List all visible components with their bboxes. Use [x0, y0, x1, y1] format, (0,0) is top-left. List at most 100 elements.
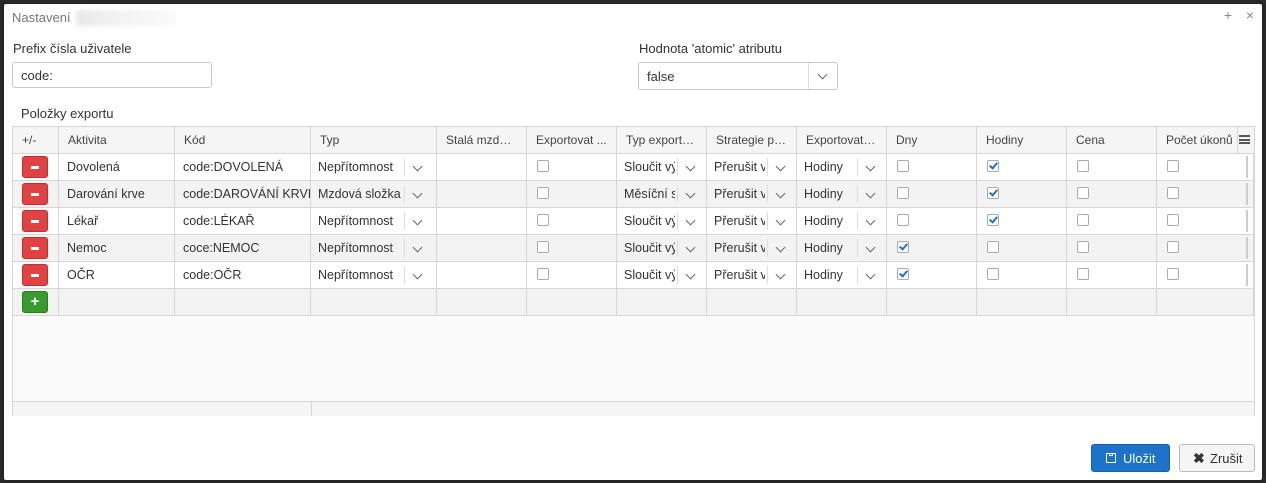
pocet-checkbox[interactable] [1167, 268, 1179, 280]
typ-select[interactable]: Nepřítomnost [311, 262, 437, 288]
typ-select[interactable]: Nepřítomnost [311, 154, 437, 180]
cancel-button[interactable]: ✖ Zrušit [1179, 444, 1255, 472]
remove-row-button[interactable] [22, 237, 48, 259]
chevron-down-icon[interactable] [685, 215, 696, 226]
aktivita-cell[interactable]: Darování krve [59, 181, 175, 207]
exportovat-j-select[interactable]: Hodiny [797, 262, 887, 288]
strategie-select[interactable]: Přerušit v [707, 262, 797, 288]
hodiny-checkbox[interactable] [987, 241, 999, 253]
column-header[interactable]: Aktivita [59, 127, 175, 153]
chevron-down-icon[interactable] [865, 242, 876, 253]
column-header[interactable]: +/- [13, 127, 59, 153]
hodiny-checkbox[interactable] [987, 187, 999, 199]
pocet-checkbox[interactable] [1167, 214, 1179, 226]
maximize-icon[interactable]: + [1224, 7, 1232, 23]
remove-row-button[interactable] [22, 183, 48, 205]
chevron-down-icon[interactable] [685, 269, 696, 280]
exportovat-j-select[interactable]: Hodiny [797, 208, 887, 234]
exportovat-j-select[interactable]: Hodiny [797, 154, 887, 180]
kod-cell[interactable]: code:DAROVÁNÍ KRVE [175, 181, 311, 207]
chevron-down-icon[interactable] [685, 161, 696, 172]
column-header[interactable]: Exportovat j... [797, 127, 887, 153]
kod-cell[interactable]: code:OČR [175, 262, 311, 288]
column-menu-icon[interactable] [1239, 135, 1250, 144]
column-header[interactable]: Hodiny [977, 127, 1067, 153]
column-header[interactable]: Exportovat ... [527, 127, 617, 153]
stala-mzdova-cell[interactable] [437, 181, 527, 207]
dny-checkbox[interactable] [897, 268, 909, 280]
dny-checkbox[interactable] [897, 160, 909, 172]
dny-checkbox[interactable] [897, 214, 909, 226]
typ-select[interactable]: Nepřítomnost [311, 208, 437, 234]
dny-checkbox[interactable] [897, 187, 909, 199]
exportovat-checkbox[interactable] [537, 268, 549, 280]
exportovat-checkbox[interactable] [537, 214, 549, 226]
column-header[interactable]: Stalá mzdov... [437, 127, 527, 153]
atomic-select[interactable]: false [638, 62, 838, 90]
chevron-down-icon[interactable] [412, 242, 423, 253]
save-button[interactable]: Uložit [1091, 444, 1170, 472]
stala-mzdova-cell[interactable] [437, 154, 527, 180]
strategie-select[interactable]: Přerušit v [707, 208, 797, 234]
chevron-down-icon[interactable] [412, 188, 423, 199]
strategie-select[interactable]: Přerušit v [707, 181, 797, 207]
typ-exportu-select[interactable]: Sloučit vý [617, 154, 707, 180]
typ-exportu-select[interactable]: Sloučit vý [617, 208, 707, 234]
typ-exportu-select[interactable]: Měsíční s [617, 181, 707, 207]
exportovat-checkbox[interactable] [537, 241, 549, 253]
hodiny-checkbox[interactable] [987, 268, 999, 280]
aktivita-cell[interactable]: OČR [59, 262, 175, 288]
pocet-checkbox[interactable] [1167, 187, 1179, 199]
chevron-down-icon[interactable] [775, 161, 786, 172]
chevron-down-icon[interactable] [865, 188, 876, 199]
chevron-down-icon[interactable] [865, 215, 876, 226]
chevron-down-icon[interactable] [865, 269, 876, 280]
exportovat-checkbox[interactable] [537, 187, 549, 199]
typ-exportu-select[interactable]: Sloučit vý [617, 262, 707, 288]
add-row-button[interactable]: + [22, 291, 48, 313]
chevron-down-icon[interactable] [775, 215, 786, 226]
stala-mzdova-cell[interactable] [437, 208, 527, 234]
aktivita-cell[interactable]: Lékař [59, 208, 175, 234]
column-header[interactable]: Dny [887, 127, 977, 153]
cena-checkbox[interactable] [1077, 214, 1089, 226]
cena-checkbox[interactable] [1077, 241, 1089, 253]
chevron-down-icon[interactable] [685, 242, 696, 253]
chevron-down-icon[interactable] [775, 188, 786, 199]
cena-checkbox[interactable] [1077, 187, 1089, 199]
pocet-checkbox[interactable] [1167, 160, 1179, 172]
kod-cell[interactable]: code:DOVOLENÁ [175, 154, 311, 180]
chevron-down-icon[interactable] [775, 242, 786, 253]
aktivita-cell[interactable]: Nemoc [59, 235, 175, 261]
kod-cell[interactable]: code:LÉKAŘ [175, 208, 311, 234]
prefix-input[interactable] [12, 62, 212, 88]
stala-mzdova-cell[interactable] [437, 235, 527, 261]
aktivita-cell[interactable]: Dovolená [59, 154, 175, 180]
chevron-down-icon[interactable] [775, 269, 786, 280]
column-header[interactable]: Typ [311, 127, 437, 153]
column-header[interactable]: Kód [175, 127, 311, 153]
chevron-down-icon[interactable] [412, 215, 423, 226]
stala-mzdova-cell[interactable] [437, 262, 527, 288]
strategie-select[interactable]: Přerušit v [707, 154, 797, 180]
typ-exportu-select[interactable]: Sloučit vý [617, 235, 707, 261]
column-header[interactable]: Typ exporto... [617, 127, 707, 153]
remove-row-button[interactable] [22, 210, 48, 232]
hodiny-checkbox[interactable] [987, 160, 999, 172]
chevron-down-icon[interactable] [685, 188, 696, 199]
typ-select[interactable]: Mzdová složka [311, 181, 437, 207]
atomic-dropdown-button[interactable] [808, 63, 837, 89]
close-icon[interactable]: × [1246, 7, 1254, 23]
column-header[interactable]: Strategie pr... [707, 127, 797, 153]
chevron-down-icon[interactable] [412, 269, 423, 280]
remove-row-button[interactable] [22, 264, 48, 286]
cena-checkbox[interactable] [1077, 160, 1089, 172]
kod-cell[interactable]: coce:NEMOC [175, 235, 311, 261]
strategie-select[interactable]: Přerušit v [707, 235, 797, 261]
chevron-down-icon[interactable] [865, 161, 876, 172]
column-header[interactable]: Počet úkonů [1157, 127, 1238, 153]
pocet-checkbox[interactable] [1167, 241, 1179, 253]
dny-checkbox[interactable] [897, 241, 909, 253]
typ-select[interactable]: Nepřítomnost [311, 235, 437, 261]
column-header[interactable]: Cena [1067, 127, 1157, 153]
